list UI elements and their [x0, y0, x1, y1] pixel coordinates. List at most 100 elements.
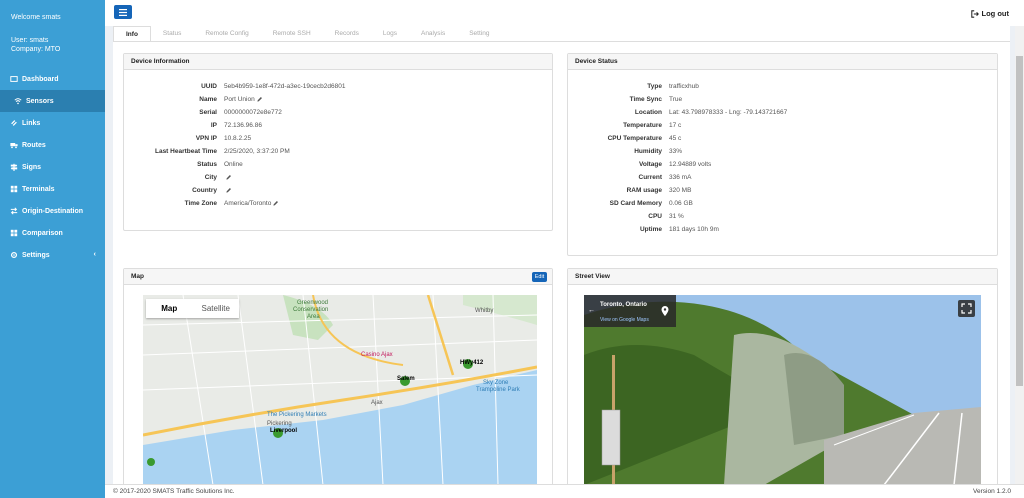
tab-remote-config[interactable]: Remote Config — [193, 26, 260, 41]
info-key: Time Zone — [184, 200, 217, 207]
map-type-satellite-button[interactable]: Satellite — [193, 299, 240, 318]
device-information-list: UUID 5eb4b959-1e8f-472d-a3ec-19cecb2d6801… — [124, 80, 552, 210]
map-label: HWy412 — [460, 360, 484, 366]
edit-country-pencil-icon[interactable] — [225, 187, 232, 194]
dashboard-icon — [10, 75, 18, 83]
tab-info[interactable]: Info — [113, 26, 151, 41]
logout-icon — [970, 9, 979, 18]
company-name: Company: MTO — [11, 46, 61, 53]
status-row: Time Sync True — [568, 93, 997, 106]
info-value: America/Toronto — [224, 200, 272, 207]
tab-analysis[interactable]: Analysis — [409, 26, 457, 41]
map-title: Map — [131, 273, 144, 280]
status-value: 33% — [669, 148, 683, 155]
status-key: Humidity — [634, 148, 662, 155]
status-row: CPU Temperature 45 c — [568, 132, 997, 145]
map-view[interactable]: Map Satellite Greenwood Conservation Are… — [143, 295, 537, 485]
info-value-cell — [217, 171, 232, 184]
fullscreen-button[interactable] — [958, 300, 975, 317]
status-value: trafficxhub — [669, 83, 699, 90]
truck-icon — [10, 141, 18, 149]
status-value: 320 MB — [669, 187, 692, 194]
tab-logs[interactable]: Logs — [371, 26, 409, 41]
info-row-uuid: UUID 5eb4b959-1e8f-472d-a3ec-19cecb2d6801 — [124, 80, 552, 93]
sidebar-item-sensors[interactable]: Sensors — [0, 90, 105, 112]
sidebar-item-label: Settings — [22, 251, 50, 259]
logout-label: Log out — [981, 9, 1010, 18]
signpost-icon — [10, 163, 18, 171]
user-name: User: smats — [11, 37, 49, 44]
status-key: CPU Temperature — [607, 135, 662, 142]
info-value-cell — [217, 184, 232, 197]
info-value: 72.136.96.86 — [224, 122, 262, 129]
street-view-location: Toronto, Ontario — [600, 302, 647, 308]
view-on-google-maps-link[interactable]: View on Google Maps — [600, 317, 649, 323]
status-value: 12.94889 volts — [669, 161, 712, 168]
status-value: 45 c — [669, 135, 682, 142]
info-value: 0000000072e8e772 — [224, 109, 282, 116]
panel-title: Street View — [568, 269, 997, 285]
sidebar-item-dashboard[interactable]: Dashboard — [0, 68, 105, 90]
status-value: 0.06 GB — [669, 200, 693, 207]
copyright-text: © 2017-2020 SMATS Traffic Solutions Inc. — [113, 488, 235, 495]
status-value: 336 mA — [669, 174, 692, 181]
street-view[interactable]: ← Toronto, Ontario View on Google Maps — [584, 295, 981, 485]
scrollbar-thumb[interactable] — [1016, 56, 1023, 386]
link-icon — [10, 119, 18, 127]
map-label: Whitby — [475, 308, 494, 314]
info-key: Serial — [199, 109, 217, 116]
map-type-map-button[interactable]: Map — [146, 299, 193, 318]
edit-city-pencil-icon[interactable] — [225, 174, 232, 181]
sidebar-item-label: Links — [22, 119, 41, 127]
status-row: CPU 31 % — [568, 210, 997, 223]
page-scrollbar[interactable] — [1015, 26, 1024, 484]
status-key: Location — [634, 109, 662, 116]
info-value-cell: Port Union — [217, 93, 263, 106]
sidebar-item-origin-destination[interactable]: Origin-Destination — [0, 200, 105, 222]
welcome-text: Welcome smats — [11, 14, 61, 21]
footer: © 2017-2020 SMATS Traffic Solutions Inc.… — [105, 484, 1024, 498]
map-edit-button[interactable]: Edit — [532, 272, 547, 282]
logout-button[interactable]: Log out — [970, 9, 1010, 18]
street-view-info-box: ← Toronto, Ontario View on Google Maps — [584, 295, 676, 327]
sidebar-item-routes[interactable]: Routes — [0, 134, 105, 156]
status-row: Type trafficxhub — [568, 80, 997, 93]
chevron-left-icon: ‹ — [93, 251, 96, 258]
info-row-timezone: Time Zone America/Toronto — [124, 197, 552, 210]
sidebar-item-terminals[interactable]: Terminals — [0, 178, 105, 200]
tab-setting[interactable]: Setting — [457, 26, 501, 41]
sidebar-item-settings[interactable]: Settings ‹ — [0, 244, 105, 266]
wifi-icon — [14, 97, 22, 105]
sidebar-item-comparison[interactable]: Comparison — [0, 222, 105, 244]
user-info: User: smats Company: MTO — [11, 36, 60, 54]
fullscreen-icon — [961, 303, 972, 314]
tab-records[interactable]: Records — [323, 26, 371, 41]
tab-remote-ssh[interactable]: Remote SSH — [261, 26, 323, 41]
edit-name-pencil-icon[interactable] — [256, 96, 263, 103]
device-status-list: Type trafficxhub Time Sync True Location La… — [568, 80, 997, 236]
menu-toggle-button[interactable] — [114, 5, 132, 19]
panel-title: Device Information — [124, 54, 552, 70]
sidebar-item-signs[interactable]: Signs — [0, 156, 105, 178]
map-label: Greenwood — [297, 300, 329, 306]
status-row: SD Card Memory 0.06 GB — [568, 197, 997, 210]
back-arrow-icon[interactable]: ← — [588, 307, 595, 314]
info-key: Status — [197, 161, 217, 168]
info-key: City — [204, 174, 217, 181]
sidebar-item-label: Dashboard — [22, 75, 59, 83]
sidebar-item-label: Sensors — [26, 97, 54, 105]
edit-timezone-pencil-icon[interactable] — [272, 200, 279, 207]
status-key: CPU — [648, 213, 662, 220]
sidebar-item-links[interactable]: Links — [0, 112, 105, 134]
status-row: Location Lat: 43.798978333 - Lng: -79.143… — [568, 106, 997, 119]
status-row: Temperature 17 c — [568, 119, 997, 132]
status-value: True — [669, 96, 683, 103]
device-status-panel: Device Status Type trafficxhub Time Sync T… — [567, 53, 998, 256]
tab-status[interactable]: Status — [151, 26, 193, 41]
sidebar: Welcome smats User: smats Company: MTO D… — [0, 0, 105, 498]
info-key: IP — [210, 122, 217, 129]
info-key: Name — [199, 96, 217, 103]
status-value: 31 % — [669, 213, 684, 220]
status-key: RAM usage — [626, 187, 662, 194]
panel-title: Device Status — [568, 54, 997, 70]
